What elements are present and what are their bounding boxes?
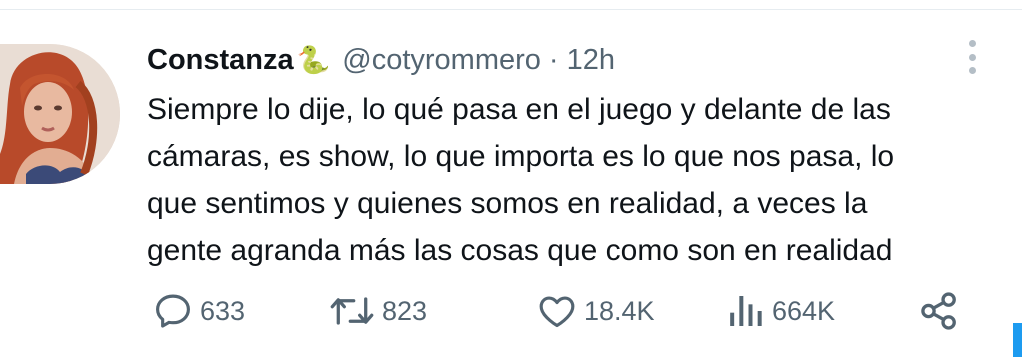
tweet-header: Constanza 🐍 @cotyrommero · 12h <box>147 40 615 80</box>
views-count: 664K <box>772 295 836 326</box>
tweet-timestamp[interactable]: 12h <box>567 44 615 77</box>
like-count: 18.4K <box>584 295 655 326</box>
views-icon <box>730 296 762 326</box>
views-button[interactable]: 664K <box>726 288 835 334</box>
reply-button[interactable]: 633 <box>152 288 245 334</box>
tweet-text: Siempre lo dije, lo qué pasa en el juego… <box>147 86 997 274</box>
tweet-text-line: gente agranda más las cosas que como son… <box>147 234 893 267</box>
snake-emoji-icon: 🐍 <box>296 44 331 75</box>
tweet-text-line: cámaras, es show, lo que importa es lo q… <box>147 140 895 173</box>
author-handle[interactable]: @cotyrommero <box>342 44 541 77</box>
reply-count: 633 <box>200 295 246 326</box>
more-vertical-icon[interactable] <box>962 40 982 74</box>
share-icon <box>921 292 956 330</box>
tweet-text-line: que sentimos y quienes somos en realidad… <box>147 187 868 220</box>
avatar[interactable] <box>0 44 120 184</box>
retweet-button[interactable]: 823 <box>328 288 427 334</box>
tweet-text-line: Siempre lo dije, lo qué pasa en el juego… <box>147 93 891 126</box>
avatar-image <box>0 44 120 184</box>
scroll-edge-indicator <box>1013 323 1022 357</box>
heart-icon <box>539 296 575 328</box>
like-button[interactable]: 18.4K <box>536 288 655 334</box>
top-divider <box>0 9 1022 10</box>
reply-icon <box>156 294 190 328</box>
tweet-actions: 633 823 18.4K 664K <box>0 288 1022 334</box>
separator-dot: · <box>548 43 559 76</box>
author-name[interactable]: Constanza <box>147 44 294 77</box>
share-button[interactable] <box>918 288 960 334</box>
retweet-count: 823 <box>382 295 428 326</box>
retweet-icon <box>330 297 374 325</box>
